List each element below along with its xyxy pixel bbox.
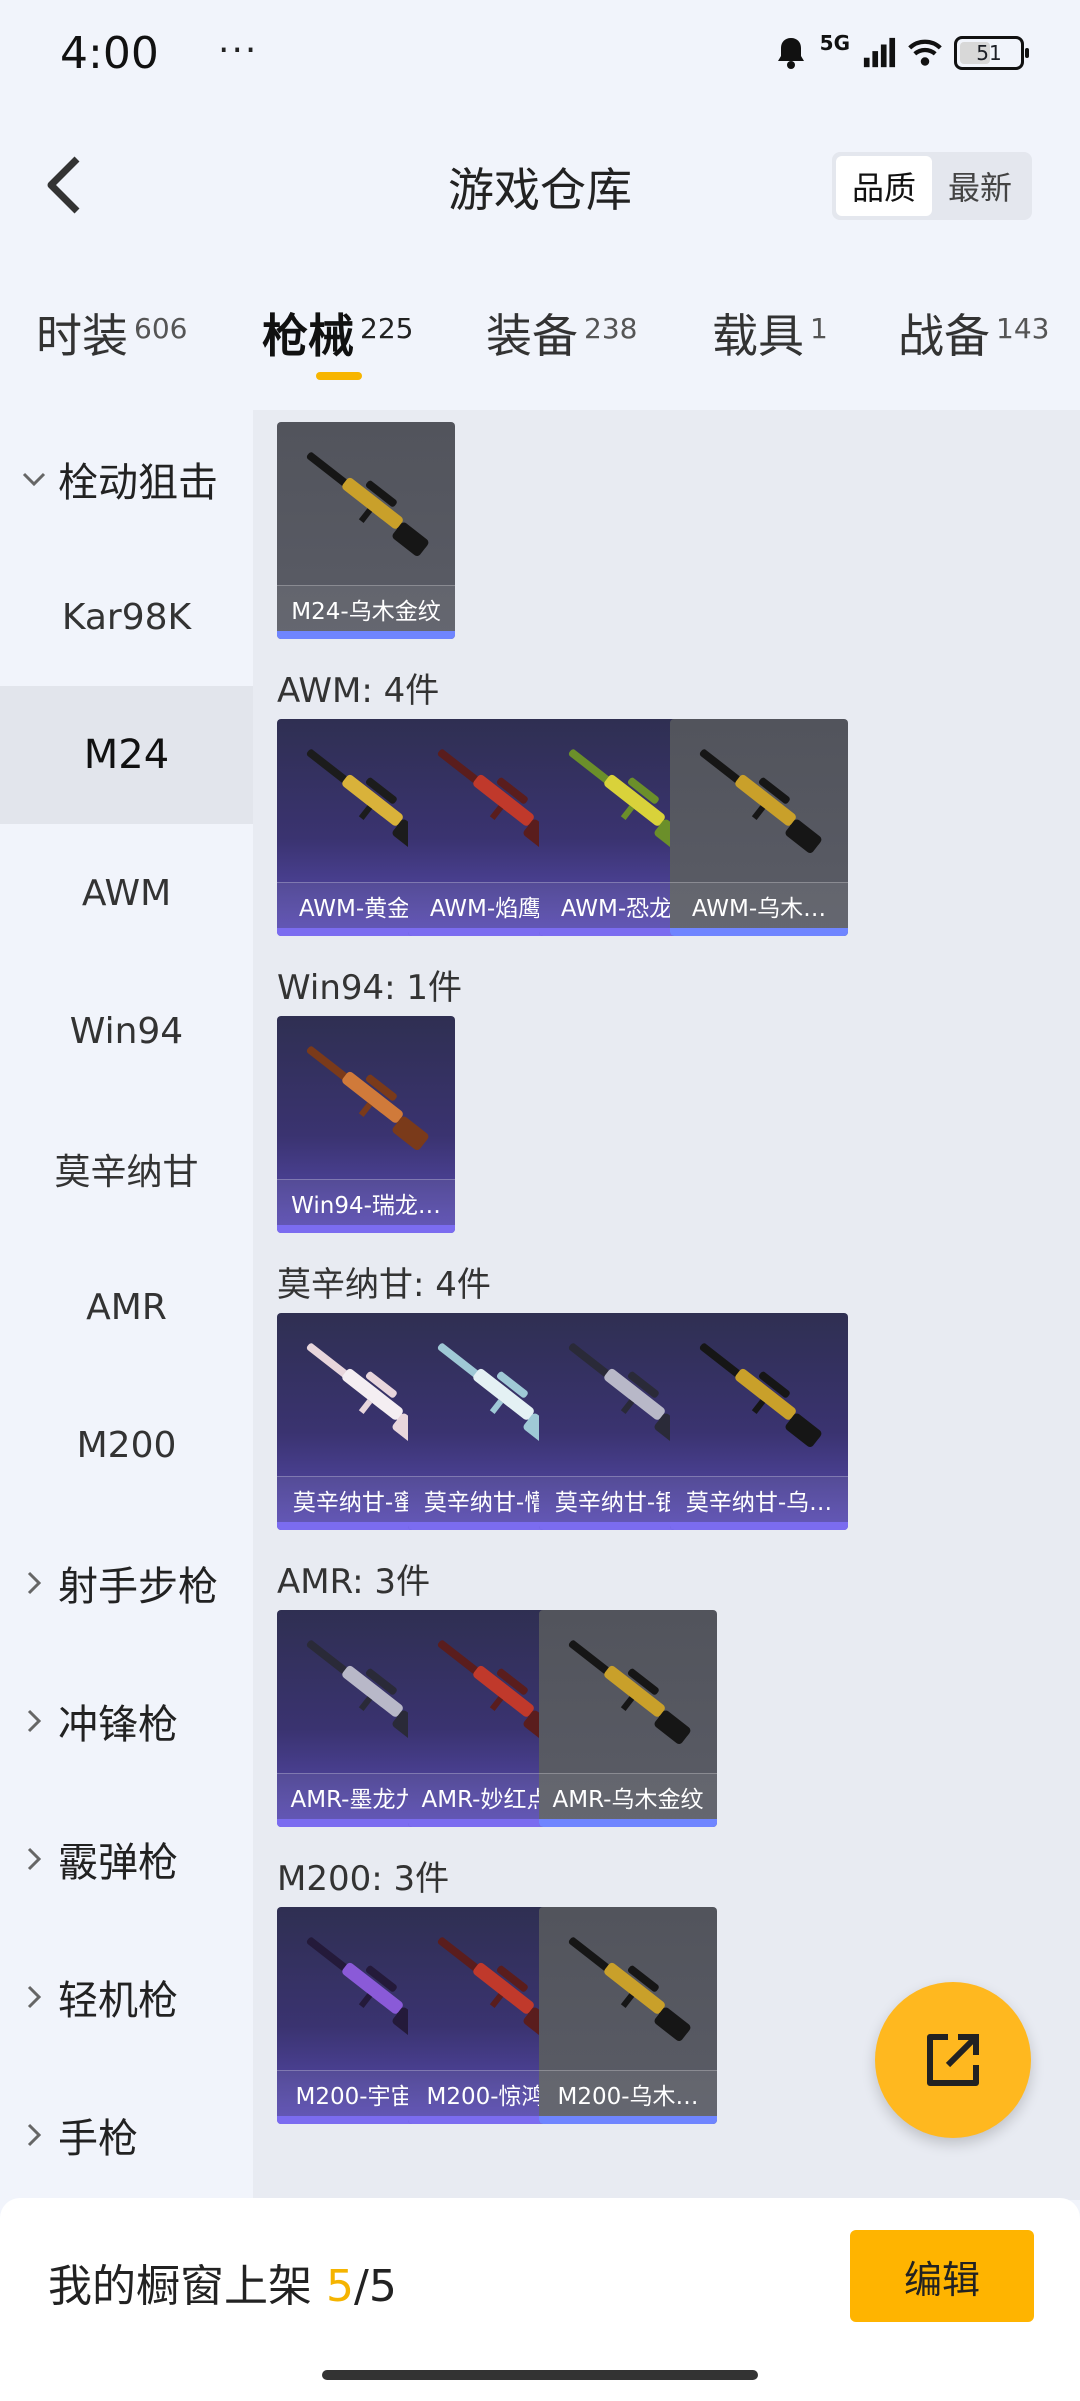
rifle-icon [306,1046,429,1151]
rifle-icon [699,749,822,854]
tab-count: 1 [810,312,828,345]
sidebar: 栓动狙击 Kar98K M24 AWM Win94 莫辛纳甘 AMR M200 … [0,410,253,2200]
item-card[interactable]: Win94-瑞龙… [277,1016,455,1233]
sidebar-item-amr[interactable]: AMR [0,1238,253,1376]
rifle-icon [568,1937,691,2042]
tab-label: 载具 [712,309,804,363]
item-card[interactable]: AWM-乌木… [670,719,848,936]
sidebar-item-m24[interactable]: M24 [0,686,253,824]
rarity-bar [277,1225,455,1233]
tab-count: 225 [360,312,414,345]
sidebar-group-label: 霰弹枪 [58,1840,178,1886]
tab-guns[interactable]: 枪械 225 [262,300,413,366]
home-indicator [322,2370,758,2380]
rarity-bar [670,1522,848,1530]
section-label: AMR: 3件 [277,1562,431,1602]
sidebar-item-m200[interactable]: M200 [0,1376,253,1514]
sort-quality-button[interactable]: 品质 [835,156,932,216]
sidebar-group-label: 冲锋枪 [58,1702,178,1748]
item-card[interactable]: AMR-乌木金纹 [539,1610,717,1827]
showcase-label: 我的橱窗上架 [48,2261,312,2312]
network-type: 5G [819,31,850,55]
rarity-bar [277,631,455,639]
showcase-current-count: 5 [326,2261,354,2312]
item-name: AWM-乌木… [670,882,848,928]
rifle-icon [306,452,429,557]
status-time: 4:00 [60,28,159,79]
tab-label: 战备 [898,309,990,363]
item-name: AMR-乌木金纹 [539,1773,717,1819]
sidebar-item-mosin[interactable]: 莫辛纳甘 [0,1100,253,1238]
sidebar-item-kar98k[interactable]: Kar98K [0,548,253,686]
sidebar-group-bolt-sniper[interactable]: 栓动狙击 [0,410,253,548]
sidebar-group-label: 栓动狙击 [58,460,218,506]
showcase-separator: / [354,2261,369,2312]
sidebar-item-win94[interactable]: Win94 [0,962,253,1100]
tab-label: 装备 [486,309,578,363]
chevron-right-icon [20,1845,48,1873]
sidebar-group-label: 手枪 [58,2116,138,2162]
item-card[interactable]: M200-乌木… [539,1907,717,2124]
sidebar-group-lmg[interactable]: 轻机枪 [0,1928,253,2066]
wifi-icon [908,34,942,72]
sidebar-group-label: 轻机枪 [58,1978,178,2024]
rarity-bar [539,2116,717,2124]
sort-newest-button[interactable]: 最新 [932,156,1028,216]
chevron-right-icon [20,1569,48,1597]
item-name: M200-乌木… [539,2070,717,2116]
sort-toggle: 品质 最新 [831,152,1032,220]
tab-label: 时装 [36,309,128,363]
rarity-bar [539,1819,717,1827]
tab-count: 606 [134,312,188,345]
chevron-right-icon [20,1983,48,2011]
sidebar-item-awm[interactable]: AWM [0,824,253,962]
header: 游戏仓库 品质 最新 [0,140,1080,230]
category-tabs: 时装 606 枪械 225 装备 238 载具 1 战备 143 [0,290,1080,390]
share-fab-button[interactable] [875,1982,1031,2138]
chevron-right-icon [20,2121,48,2149]
item-name: M24-乌木金纹 [277,585,455,631]
sidebar-group-smg[interactable]: 冲锋枪 [0,1652,253,1790]
tab-count: 238 [584,312,638,345]
share-icon [927,2034,979,2086]
battery-icon: 51 [954,36,1029,70]
status-icons: 5G 51 [774,31,1029,72]
chevron-right-icon [20,1707,48,1735]
section-label: Win94: 1件 [277,968,463,1008]
sidebar-group-shotgun[interactable]: 霰弹枪 [0,1790,253,1928]
section-label: 莫辛纳甘: 4件 [277,1265,491,1305]
active-tab-indicator [316,372,362,380]
item-name: Win94-瑞龙… [277,1179,455,1225]
item-name: 莫辛纳甘-乌… [670,1476,848,1522]
rarity-bar [670,928,848,936]
battery-text: 51 [976,41,1002,65]
item-card[interactable]: 莫辛纳甘-乌… [670,1313,848,1530]
signal-icon [862,34,896,72]
sidebar-group-pistol[interactable]: 手枪 [0,2066,253,2204]
tab-supplies[interactable]: 战备 143 [898,300,1049,366]
showcase-total-count: 5 [368,2261,397,2312]
item-card[interactable]: M24-乌木金纹 [277,422,455,639]
tab-label: 枪械 [262,309,354,363]
item-grid: M24-乌木金纹 AWM: 4件 AWM-黄金… AWM-焰鹰… AWM-恐龙… AWM-… [253,410,1080,2200]
section-label: M200: 3件 [277,1859,450,1899]
status-bar: 4:00 ··· 5G 51 [0,0,1080,118]
status-more-dots: ··· [218,30,259,71]
tab-count: 143 [996,312,1050,345]
tab-fashion[interactable]: 时装 606 [36,300,187,366]
sidebar-group-label: 射手步枪 [58,1564,218,1610]
rifle-icon [699,1343,822,1448]
bell-icon [774,34,808,72]
showcase-status: 我的橱窗上架 5/5 [48,2250,397,2314]
section-label: AWM: 4件 [277,671,440,711]
tab-equipment[interactable]: 装备 238 [486,300,637,366]
chevron-down-icon [20,465,48,493]
sidebar-group-marksman[interactable]: 射手步枪 [0,1514,253,1652]
rifle-icon [568,1640,691,1745]
edit-button[interactable]: 编辑 [850,2230,1034,2322]
tab-vehicles[interactable]: 载具 1 [712,300,828,366]
